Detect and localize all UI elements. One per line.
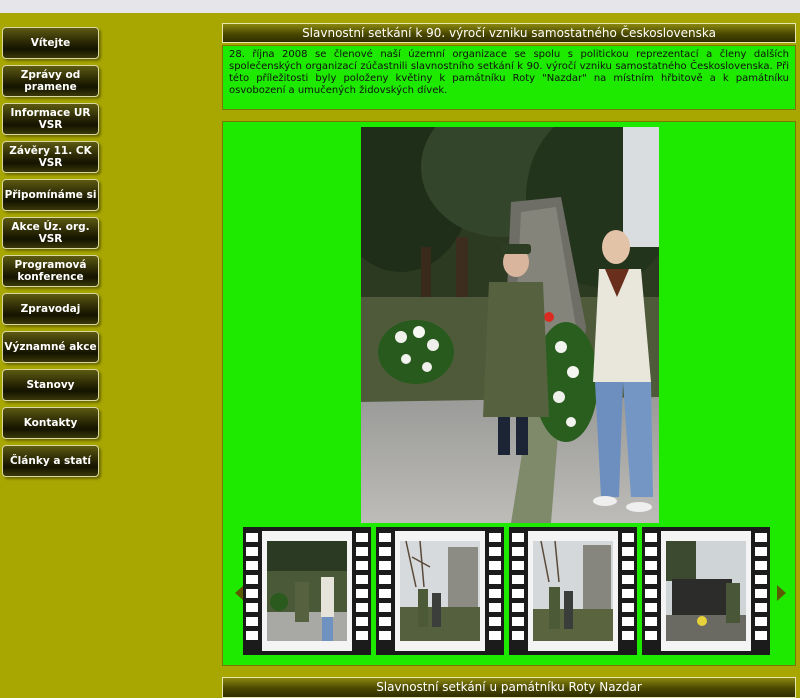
- nav-item-stanovy[interactable]: Stanovy: [2, 369, 99, 401]
- nav-item-vyznamne-akce[interactable]: Významné akce: [2, 331, 99, 363]
- thumbnail-strip: [243, 527, 773, 655]
- gallery-thumbnail[interactable]: [376, 527, 504, 655]
- main-photo[interactable]: [361, 127, 659, 523]
- nav-item-zavery-ck-vsr[interactable]: Závěry 11. CK VSR: [2, 141, 99, 173]
- gallery-thumbnail[interactable]: [509, 527, 637, 655]
- sidebar-nav: Vítejte Zprávy od pramene Informace UR V…: [2, 27, 102, 483]
- nav-item-clanky-a-stati[interactable]: Články a statí: [2, 445, 99, 477]
- nav-item-informace-ur-vsr[interactable]: Informace UR VSR: [2, 103, 99, 135]
- nav-item-label: Zprávy od pramene: [20, 69, 81, 93]
- nav-item-label: Články a statí: [9, 455, 92, 467]
- nav-item-programova-konference[interactable]: Programová konference: [2, 255, 99, 287]
- nav-item-label: Závěry 11. CK VSR: [9, 145, 92, 169]
- nav-item-label: Akce Úz. org. VSR: [11, 221, 90, 245]
- article-body: 28. října 2008 se členové naší územní or…: [222, 45, 796, 110]
- nav-item-label: Připomínáme si: [4, 189, 97, 201]
- gallery-thumbnail[interactable]: [642, 527, 770, 655]
- article-title: Slavnostní setkání k 90. výročí vzniku s…: [222, 23, 796, 43]
- nav-item-zpravy-od-pramene[interactable]: Zprávy od pramene: [2, 65, 99, 97]
- photo-gallery: [222, 121, 796, 666]
- nav-item-label: Kontakty: [23, 417, 78, 429]
- next-article-title[interactable]: Slavnostní setkání u památníku Roty Nazd…: [222, 677, 796, 698]
- nav-item-akce-uz-org[interactable]: Akce Úz. org. VSR: [2, 217, 99, 249]
- nav-item-label: Významné akce: [4, 341, 97, 353]
- nav-item-label: Vítejte: [30, 37, 71, 49]
- gallery-next-arrow-icon[interactable]: [777, 585, 786, 601]
- nav-item-label: Informace UR VSR: [10, 107, 91, 131]
- nav-item-zpravodaj[interactable]: Zpravodaj: [2, 293, 99, 325]
- gallery-thumbnail[interactable]: [243, 527, 371, 655]
- nav-item-label: Zpravodaj: [20, 303, 81, 315]
- nav-item-label: Programová konference: [14, 259, 87, 283]
- nav-item-pripominame-si[interactable]: Připomínáme si: [2, 179, 99, 211]
- nav-item-kontakty[interactable]: Kontakty: [2, 407, 99, 439]
- nav-item-label: Stanovy: [26, 379, 75, 391]
- browser-top-strip: [0, 0, 800, 13]
- nav-item-vitejte[interactable]: Vítejte: [2, 27, 99, 59]
